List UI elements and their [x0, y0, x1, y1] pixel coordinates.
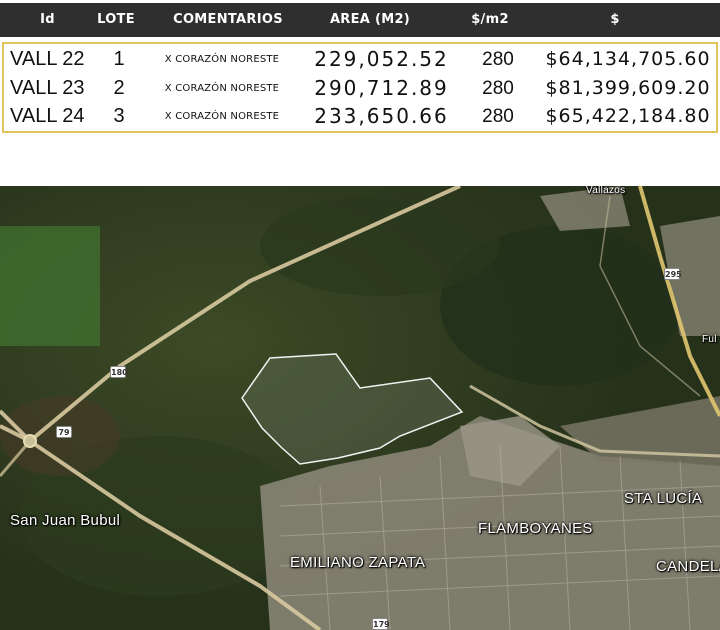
cell-area: 290,712.89 [314, 76, 449, 100]
cell-lote: 1 [113, 48, 125, 70]
cell-area: 233,650.66 [314, 104, 449, 128]
road-shield-295: 295 [664, 268, 682, 280]
cell-total: $81,399,609.20 [545, 77, 711, 99]
road-shield-79: 79 [56, 426, 72, 438]
cell-comentarios: X CORAZÓN NORESTE [164, 111, 280, 122]
column-header-comentarios: COMENTARIOS [173, 12, 283, 27]
cell-lote: 3 [113, 105, 125, 127]
road-shield-180: 180 [110, 366, 128, 378]
place-label-sta-lucia[interactable]: STA LUCÍA [624, 490, 702, 507]
cell-id: VALL 23 [10, 77, 85, 99]
cell-total: $64,134,705.60 [545, 48, 711, 70]
column-header-total: $ [610, 12, 620, 27]
cell-price-m2: 280 [482, 49, 514, 70]
place-label-vallazos[interactable]: Vallazos [586, 186, 625, 196]
cell-comentarios: X CORAZÓN NORESTE [164, 83, 280, 94]
cell-id: VALL 22 [10, 48, 85, 70]
cell-price-m2: 280 [482, 78, 514, 99]
table-body: VALL 22 1 X CORAZÓN NORESTE 229,052.52 2… [2, 42, 718, 133]
cell-id: VALL 24 [10, 105, 85, 127]
cell-price-m2: 280 [482, 106, 514, 127]
cell-lote: 2 [113, 77, 125, 99]
place-label-san-juan-bubul[interactable]: San Juan Bubul [10, 512, 120, 529]
table-row: VALL 23 2 X CORAZÓN NORESTE 290,712.89 2… [4, 74, 716, 103]
cell-total: $65,422,184.80 [545, 105, 711, 127]
cell-comentarios: X CORAZÓN NORESTE [164, 54, 280, 65]
place-label-ful[interactable]: Ful [702, 334, 717, 345]
green-field [0, 226, 100, 346]
column-header-price-m2: $/m2 [471, 12, 509, 27]
satellite-map[interactable]: 180 79 295 179 San Juan Bubul FLAMBOYANE… [0, 186, 720, 630]
table-row: VALL 22 1 X CORAZÓN NORESTE 229,052.52 2… [4, 45, 716, 74]
place-label-candela[interactable]: CANDELA [656, 558, 720, 575]
column-header-lote: LOTE [97, 12, 135, 27]
column-header-id: Id [40, 12, 55, 27]
road-shield-179: 179 [372, 618, 390, 630]
table-row: VALL 24 3 X CORAZÓN NORESTE 233,650.66 2… [4, 102, 716, 131]
place-label-flamboyanes[interactable]: FLAMBOYANES [478, 520, 593, 537]
cell-area: 229,052.52 [314, 47, 449, 71]
column-header-area: AREA (M2) [329, 12, 411, 27]
table-header: Id LOTE COMENTARIOS AREA (M2) $/m2 $ [0, 3, 720, 37]
place-label-emiliano-zapata[interactable]: EMILIANO ZAPATA [290, 554, 425, 571]
